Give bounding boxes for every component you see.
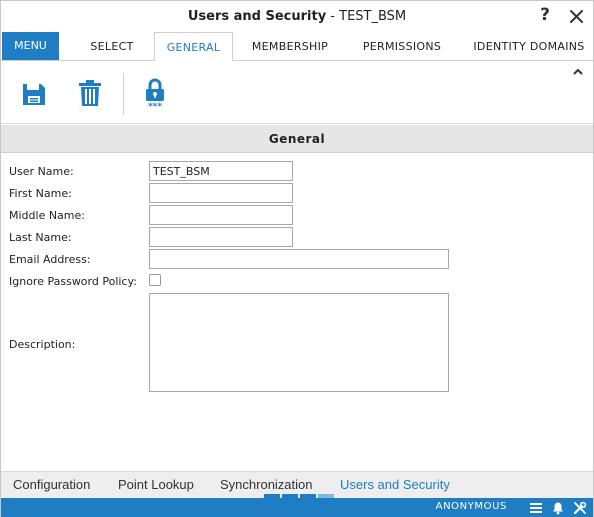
toolbar-separator [123,73,124,115]
notifications-button[interactable] [551,501,565,515]
close-button[interactable] [567,5,587,27]
bottom-tab-users-and-security[interactable]: Users and Security [340,477,450,492]
tab-identity-domains[interactable]: IDENTITY DOMAINS [465,32,593,61]
email-address-label: Email Address: [9,253,91,266]
save-icon [23,84,45,105]
ignore-password-policy-checkbox[interactable] [149,274,161,286]
save-button[interactable] [19,75,49,109]
password-lock-icon: *** [146,78,164,112]
last-name-label: Last Name: [9,231,72,244]
title-separator: - [326,9,340,24]
title-bar: Users and Security - TEST_BSM ? [1,1,593,32]
status-bar: ANONYMOUS [1,498,593,517]
main-tab-bar: MENU SELECT GENERAL MEMBERSHIP PERMISSIO… [1,32,593,62]
close-icon [570,10,583,23]
bottom-tab-configuration[interactable]: Configuration [13,477,90,492]
ignore-password-policy-label: Ignore Password Policy: [9,275,137,288]
bell-icon [553,502,563,515]
user-name-label: User Name: [9,165,74,178]
bottom-tab-bar: Configuration Point Lookup Synchronizati… [1,471,593,498]
delete-icon [79,80,101,106]
middle-name-label: Middle Name: [9,209,85,222]
tab-general[interactable]: GENERAL [154,32,233,62]
middle-name-field[interactable] [149,205,293,225]
delete-button[interactable] [75,75,105,109]
tools-icon [573,501,587,515]
collapse-toolbar-button[interactable] [571,65,585,79]
description-label: Description: [9,338,76,351]
tab-permissions[interactable]: PERMISSIONS [347,32,457,61]
last-name-field[interactable] [149,227,293,247]
title-object-name: TEST_BSM [339,9,407,24]
first-name-field[interactable] [149,183,293,203]
chevron-up-icon [573,68,583,75]
change-password-button[interactable]: *** [140,75,170,112]
list-button[interactable] [529,501,543,515]
first-name-label: First Name: [9,187,72,200]
toolbar: *** [1,61,593,124]
bottom-tab-point-lookup[interactable]: Point Lookup [118,477,194,492]
tools-button[interactable] [573,501,587,515]
tab-membership[interactable]: MEMBERSHIP [241,32,339,61]
list-icon [530,503,542,513]
users-security-window: Users and Security - TEST_BSM ? MENU SEL… [0,0,594,517]
description-field[interactable] [149,293,449,392]
title-app-name: Users and Security [187,9,327,24]
bottom-tab-synchronization[interactable]: Synchronization [220,477,313,492]
email-address-field[interactable] [149,249,449,269]
status-user-name: ANONYMOUS [435,501,507,512]
user-name-field[interactable] [149,161,293,181]
section-header-general: General [1,125,593,153]
window-title: Users and Security - TEST_BSM [1,9,593,24]
svg-text:***: *** [148,102,162,109]
help-button[interactable]: ? [535,5,555,27]
tab-select[interactable]: SELECT [73,32,151,61]
menu-button[interactable]: MENU [2,32,59,60]
